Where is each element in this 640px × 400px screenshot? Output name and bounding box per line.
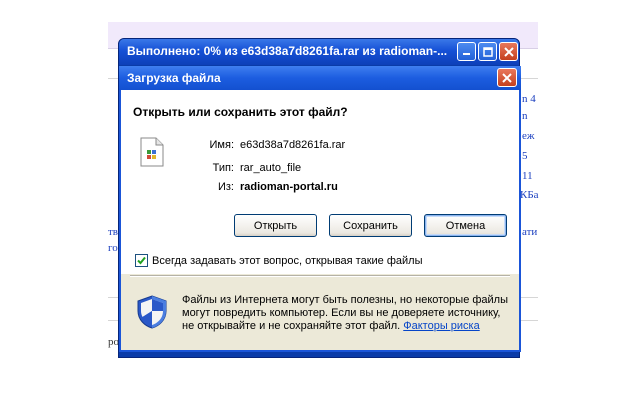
file-type-value: rar_auto_file [240, 162, 302, 174]
dialog-titlebar[interactable]: Загрузка файла [119, 66, 521, 90]
file-type-label: Тип: [212, 162, 234, 174]
maximize-button[interactable] [478, 42, 497, 61]
open-button[interactable]: Открыть [234, 214, 317, 237]
always-ask-checkbox[interactable] [135, 254, 148, 267]
background-link[interactable]: 5 [522, 150, 528, 162]
always-ask-label: Всегда задавать этот вопрос, открывая та… [152, 254, 423, 267]
security-shield-icon [137, 295, 167, 329]
background-link[interactable]: n [522, 110, 528, 122]
file-source-label: Из: [217, 181, 234, 193]
download-window-title: Выполнено: 0% из e63d38a7d8261fa.rar из … [127, 44, 448, 58]
dialog-question: Открыть или сохранить этот файл? [133, 105, 348, 119]
checkmark-icon [137, 256, 146, 265]
background-link[interactable]: КБа [520, 189, 539, 201]
dialog-title: Загрузка файла [127, 71, 221, 85]
close-icon [503, 46, 514, 57]
save-button[interactable]: Сохранить [329, 214, 412, 237]
close-icon [502, 72, 512, 83]
rar-file-icon [140, 137, 164, 167]
file-name-label: Имя: [209, 139, 234, 151]
background-link[interactable]: 11 [522, 170, 533, 182]
download-window-close-button[interactable] [499, 42, 518, 61]
minimize-icon [463, 53, 470, 55]
background-link[interactable]: ати [522, 226, 537, 238]
background-link[interactable]: го [108, 242, 118, 254]
cancel-button[interactable]: Отмена [424, 214, 507, 237]
file-name-value: e63d38a7d8261fa.rar [240, 139, 346, 151]
dialog-separator [130, 275, 510, 277]
always-ask-row: Всегда задавать этот вопрос, открывая та… [135, 254, 422, 267]
dialog-close-button[interactable] [497, 68, 517, 87]
background-link[interactable]: еж [522, 130, 534, 142]
background-link[interactable]: n 4 [522, 93, 536, 105]
download-window-titlebar[interactable]: Выполнено: 0% из e63d38a7d8261fa.rar из … [119, 39, 519, 65]
maximize-icon [482, 46, 493, 57]
minimize-button[interactable] [457, 42, 476, 61]
security-warning-text: Файлы из Интернета могут быть полезны, н… [182, 294, 512, 333]
risk-factors-link[interactable]: Факторы риска [403, 320, 479, 332]
file-source-value: radioman-portal.ru [240, 181, 338, 193]
